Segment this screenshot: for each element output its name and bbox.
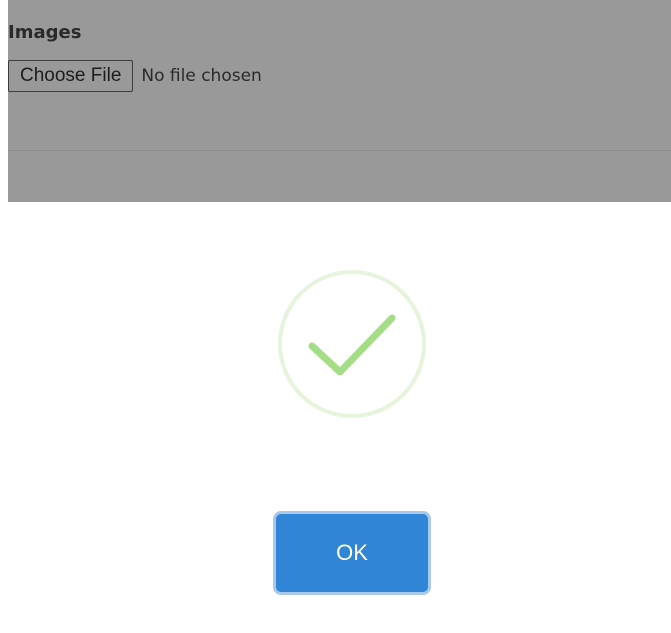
choose-file-button[interactable]: Choose File xyxy=(8,60,134,92)
file-status-text: No file chosen xyxy=(141,66,262,86)
images-label: Images xyxy=(8,22,82,43)
checkmark xyxy=(308,314,396,376)
ok-button[interactable]: OK xyxy=(276,514,428,592)
file-input: Choose File No file chosen xyxy=(8,60,262,92)
success-ring xyxy=(278,270,426,418)
page-edge xyxy=(0,0,8,202)
divider xyxy=(8,150,671,151)
success-check-icon xyxy=(276,268,428,420)
overlay-background xyxy=(0,0,671,202)
